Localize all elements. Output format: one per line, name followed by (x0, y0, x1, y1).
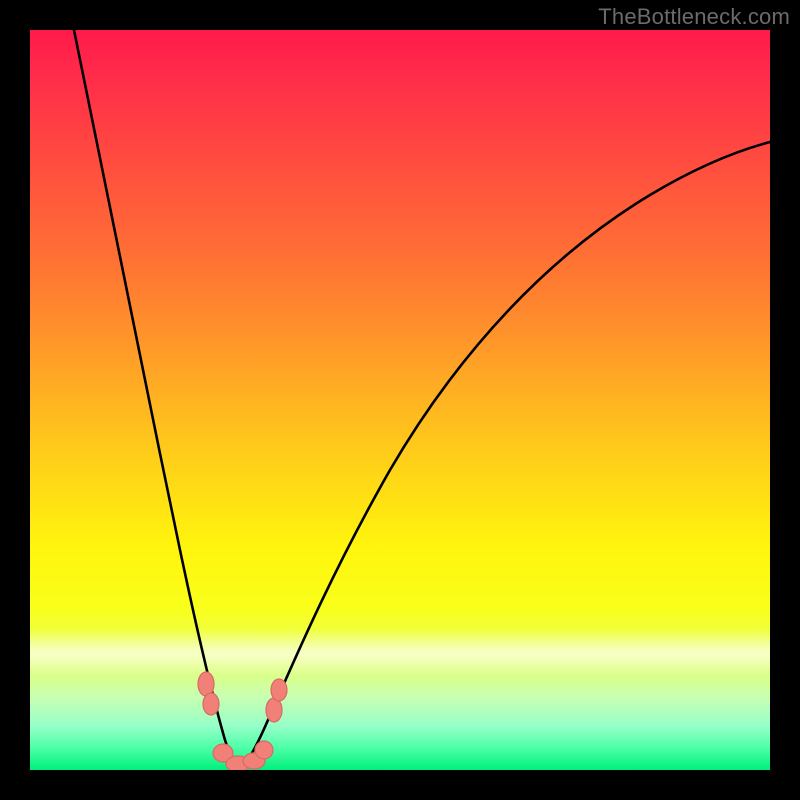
marker-bead (271, 679, 287, 701)
marker-bead (203, 693, 219, 715)
curve-left-branch (74, 30, 240, 768)
chart-area (30, 30, 770, 770)
trough-markers (198, 672, 287, 770)
curve-svg (30, 30, 770, 770)
watermark-text: TheBottleneck.com (598, 4, 790, 30)
marker-bead (255, 741, 273, 759)
marker-bead (266, 698, 282, 722)
marker-bead (198, 672, 214, 696)
curve-right-branch (240, 142, 770, 768)
